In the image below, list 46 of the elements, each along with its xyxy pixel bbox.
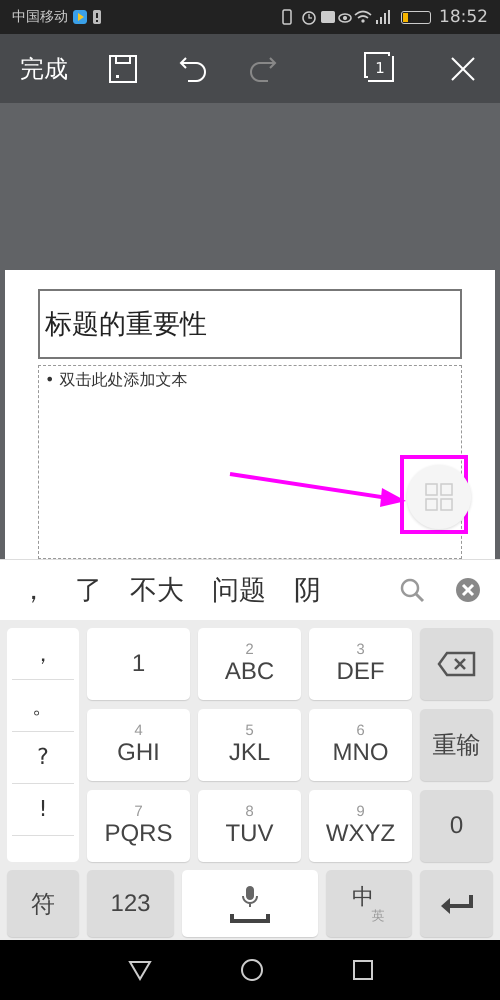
back-icon[interactable]	[128, 959, 152, 981]
numbers-key[interactable]: 123	[87, 870, 174, 937]
symbol-key[interactable]: ，	[12, 628, 74, 680]
symbol-key[interactable]: !	[12, 784, 74, 836]
letter-key[interactable]: 7 PQRS	[87, 790, 190, 862]
candidate-word[interactable]: 不大	[130, 572, 184, 608]
carrier-name: 中国移动	[12, 8, 68, 26]
letter-key[interactable]: 4 GHI	[87, 709, 190, 781]
function-key[interactable]: 重输	[420, 709, 493, 781]
close-icon[interactable]	[450, 56, 476, 82]
letter-key[interactable]: 3 DEF	[309, 628, 412, 700]
letter-key[interactable]: 9 WXYZ	[309, 790, 412, 862]
backspace-button[interactable]	[420, 628, 493, 700]
symbol-key[interactable]: ?	[12, 732, 74, 784]
done-button[interactable]: 完成	[20, 52, 68, 84]
backspace-icon	[436, 651, 476, 677]
candidate-word[interactable]: 了	[75, 572, 102, 608]
save-icon[interactable]	[108, 54, 138, 84]
layout-button[interactable]	[407, 465, 471, 529]
symbol-key[interactable]: 。	[12, 680, 74, 732]
clock: 18:52	[439, 7, 488, 27]
letter-key[interactable]: 5 JKL	[198, 709, 301, 781]
digit-key[interactable]: 1	[87, 628, 190, 700]
home-icon[interactable]	[240, 958, 264, 982]
letter-key[interactable]: 8 TUV	[198, 790, 301, 862]
candidate-word[interactable]: 阴	[294, 572, 321, 608]
function-key[interactable]: 0	[420, 790, 493, 862]
language-switch-key[interactable]: 中 英	[326, 870, 412, 937]
notification-icon	[92, 9, 102, 25]
microphone-space-icon	[230, 884, 270, 924]
letter-key[interactable]: 6 MNO	[309, 709, 412, 781]
grid-icon	[425, 483, 453, 511]
body-hint: • 双击此处添加文本	[45, 370, 188, 389]
video-app-icon	[72, 9, 88, 25]
candidate-word[interactable]: ，	[20, 572, 47, 608]
symbols-key[interactable]: 符	[7, 870, 79, 937]
title-placeholder[interactable]: 标题的重要性	[38, 289, 462, 359]
battery-icon	[401, 10, 431, 24]
space-key[interactable]	[182, 870, 318, 937]
enter-icon	[438, 892, 474, 914]
enter-key[interactable]	[420, 870, 493, 937]
slide-title: 标题的重要性	[45, 308, 207, 342]
recents-icon[interactable]	[352, 959, 374, 981]
search-icon[interactable]	[399, 577, 424, 603]
candidate-word[interactable]: 问题	[212, 572, 266, 608]
letter-key[interactable]: 2 ABC	[198, 628, 301, 700]
